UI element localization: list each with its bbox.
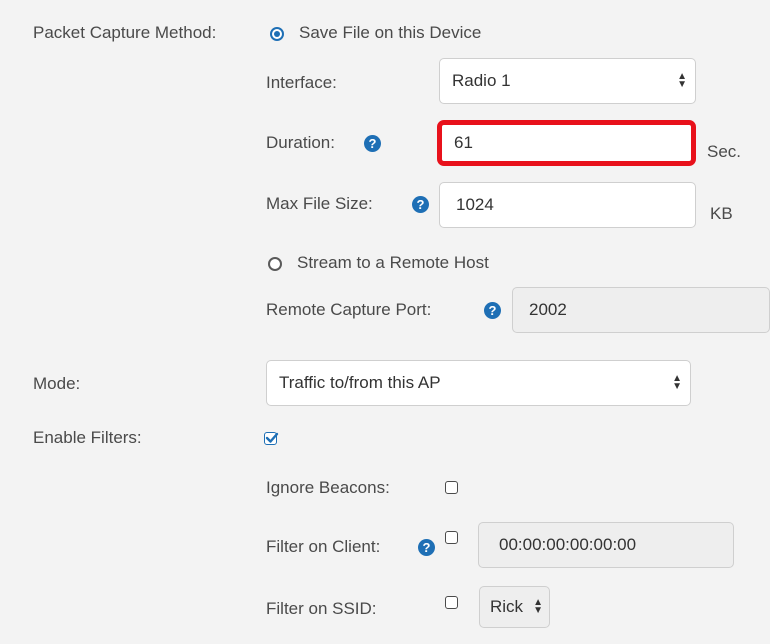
checkmark-icon <box>265 432 279 443</box>
max-file-size-unit: KB <box>710 204 733 223</box>
filter-ssid-select-value: Rick <box>490 597 524 616</box>
duration-label: Duration: <box>266 133 335 152</box>
remote-port-help-icon[interactable]: ? <box>484 302 501 319</box>
stream-remote-radio[interactable] <box>268 257 282 271</box>
filter-on-client-checkbox[interactable] <box>445 531 458 544</box>
duration-unit: Sec. <box>707 142 742 161</box>
interface-select-value: Radio 1 <box>452 71 511 90</box>
filter-on-client-label: Filter on Client: <box>266 537 381 556</box>
enable-filters-checkbox[interactable] <box>264 432 279 445</box>
max-file-size-label: Max File Size: <box>266 194 373 213</box>
packet-capture-method-label: Packet Capture Method: <box>33 23 217 42</box>
duration-help-icon[interactable]: ? <box>364 135 381 152</box>
up-down-arrows-icon: ▲ ▼ <box>677 71 687 90</box>
mode-select-value: Traffic to/from this AP <box>279 373 441 392</box>
stream-remote-label: Stream to a Remote Host <box>297 253 489 272</box>
up-down-arrows-icon: ▲ ▼ <box>672 373 682 392</box>
mode-select[interactable]: Traffic to/from this AP ▲ ▼ <box>266 360 691 406</box>
remote-capture-port-label: Remote Capture Port: <box>266 300 432 319</box>
interface-select[interactable]: Radio 1 ▲ ▼ <box>439 58 696 104</box>
up-down-arrows-icon: ▲ ▼ <box>533 597 543 616</box>
max-file-size-input[interactable]: 1024 <box>439 182 696 228</box>
filter-ssid-select[interactable]: Rick ▲ ▼ <box>479 586 550 628</box>
save-file-label: Save File on this Device <box>299 23 482 42</box>
filter-client-help-icon[interactable]: ? <box>418 539 435 556</box>
enable-filters-label: Enable Filters: <box>33 428 142 447</box>
mode-label: Mode: <box>33 374 81 393</box>
filter-on-ssid-label: Filter on SSID: <box>266 599 377 618</box>
ignore-beacons-checkbox[interactable] <box>445 481 458 494</box>
max-file-size-help-icon[interactable]: ? <box>412 196 429 213</box>
ignore-beacons-label: Ignore Beacons: <box>266 478 390 497</box>
filter-on-ssid-checkbox[interactable] <box>445 596 458 609</box>
save-file-radio[interactable] <box>270 27 284 41</box>
interface-label: Interface: <box>266 73 337 92</box>
packet-capture-panel: Packet Capture Method: Save File on this… <box>0 0 770 644</box>
duration-input[interactable]: 61 <box>437 120 696 166</box>
remote-capture-port-input[interactable]: 2002 <box>512 287 770 333</box>
filter-client-mac-input[interactable]: 00:00:00:00:00:00 <box>478 522 734 568</box>
